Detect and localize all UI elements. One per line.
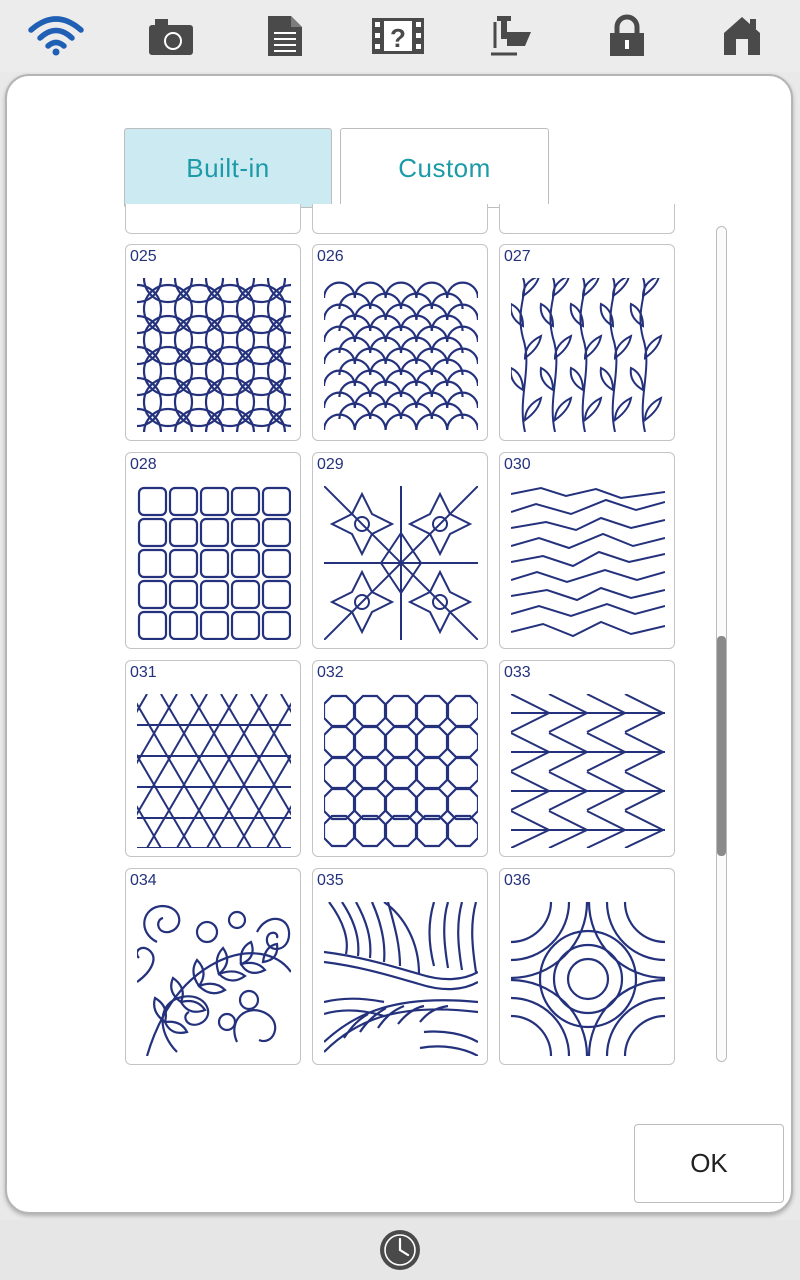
pattern-number: 032 <box>317 664 344 681</box>
pattern-number: 030 <box>504 456 531 473</box>
sewing-foot-icon[interactable] <box>480 10 544 62</box>
clock-icon[interactable] <box>378 1228 422 1272</box>
pattern-cell-partial[interactable] <box>125 204 301 234</box>
pattern-cell-031[interactable]: 031 <box>125 660 301 857</box>
pattern-029-geometric-stars <box>324 486 478 640</box>
scrollbar-thumb[interactable] <box>717 636 726 856</box>
pattern-cell-036[interactable]: 036 <box>499 868 675 1065</box>
home-icon[interactable] <box>710 10 774 62</box>
pattern-025-interlocking-circles <box>137 278 291 432</box>
pattern-033-arrows <box>511 694 665 848</box>
pattern-number: 033 <box>504 664 531 681</box>
pattern-034-feathers-swirls <box>137 904 291 1056</box>
pattern-026-clamshell <box>324 281 478 431</box>
tab-built-in[interactable]: Built-in <box>124 128 332 208</box>
pattern-035-leaves <box>324 902 478 1056</box>
pattern-cell-030[interactable]: 030 <box>499 452 675 649</box>
pattern-cell-027[interactable]: 027 <box>499 244 675 441</box>
tab-custom[interactable]: Custom <box>340 128 549 208</box>
pattern-number: 027 <box>504 248 531 265</box>
pattern-number: 034 <box>130 872 157 889</box>
lock-icon[interactable] <box>595 10 659 62</box>
pattern-number: 036 <box>504 872 531 889</box>
pattern-number: 026 <box>317 248 344 265</box>
document-icon[interactable] <box>253 10 317 62</box>
svg-text:?: ? <box>390 23 406 53</box>
pattern-number: 031 <box>130 664 157 681</box>
pattern-028-rounded-grid <box>137 486 291 640</box>
pattern-number: 035 <box>317 872 344 889</box>
pattern-cell-028[interactable]: 028 <box>125 452 301 649</box>
pattern-cell-029[interactable]: 029 <box>312 452 488 649</box>
ok-button[interactable]: OK <box>634 1124 784 1203</box>
pattern-031-triangles <box>137 694 291 848</box>
pattern-number: 025 <box>130 248 157 265</box>
pattern-number: 028 <box>130 456 157 473</box>
wifi-icon[interactable] <box>24 10 88 62</box>
pattern-cell-025[interactable]: 025 <box>125 244 301 441</box>
pattern-cell-035[interactable]: 035 <box>312 868 488 1065</box>
pattern-cell-034[interactable]: 034 <box>125 868 301 1065</box>
pattern-036-circles-arcs <box>511 902 665 1056</box>
top-toolbar: ? <box>0 0 800 72</box>
help-icon[interactable]: ? <box>366 10 430 62</box>
pattern-027-vines <box>511 278 663 432</box>
pattern-030-wavy-lines <box>511 486 665 638</box>
camera-icon[interactable] <box>139 10 203 62</box>
pattern-cell-032[interactable]: 032 <box>312 660 488 857</box>
pattern-cell-partial[interactable] <box>312 204 488 234</box>
pattern-032-octagons <box>324 694 478 848</box>
pattern-cell-partial[interactable] <box>499 204 675 234</box>
pattern-number: 029 <box>317 456 344 473</box>
pattern-cell-033[interactable]: 033 <box>499 660 675 857</box>
pattern-cell-026[interactable]: 026 <box>312 244 488 441</box>
